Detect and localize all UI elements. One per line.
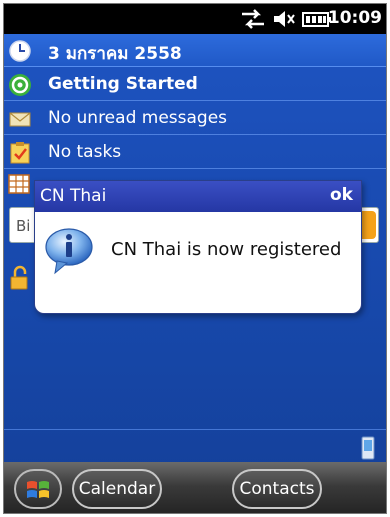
calendar-grid-icon <box>8 174 30 194</box>
divider <box>4 429 386 430</box>
today-row-messages[interactable]: No unread messages <box>4 102 386 135</box>
today-row-label: No unread messages <box>48 108 228 128</box>
status-time[interactable]: 10:09 <box>328 8 382 28</box>
dialog-title: CN Thai <box>40 186 107 206</box>
softkey-contacts[interactable]: Contacts <box>232 469 322 509</box>
getting-started-icon <box>9 74 31 96</box>
speaker-icon[interactable] <box>272 8 296 30</box>
info-icon <box>45 228 93 275</box>
notification-dialog: CN Thai ok CN Thai is now registered <box>34 180 362 314</box>
envelope-icon <box>9 112 31 127</box>
device-icon[interactable] <box>360 436 376 460</box>
data-sync-icon[interactable] <box>240 8 266 30</box>
today-row-label: Getting Started <box>48 74 198 94</box>
softkey-bar: Calendar Contacts <box>4 462 386 513</box>
today-row-tasks[interactable]: No tasks <box>4 136 386 169</box>
softkey-calendar[interactable]: Calendar <box>72 469 162 509</box>
clock-icon <box>9 40 31 62</box>
today-row-label: No tasks <box>48 142 122 162</box>
phone-screen: 10:09 3 มกราคม 2558 Getting Started No u… <box>3 3 387 514</box>
dialog-message: CN Thai is now registered <box>111 239 342 260</box>
tasks-icon <box>10 142 30 164</box>
today-row-date[interactable]: 3 มกราคม 2558 <box>4 34 386 67</box>
search-placeholder: Bi <box>16 217 31 235</box>
status-bar: 10:09 <box>4 4 386 34</box>
today-row-getting-started[interactable]: Getting Started <box>4 68 386 101</box>
dialog-titlebar: CN Thai ok <box>35 181 361 212</box>
start-button[interactable] <box>14 469 62 509</box>
lock-icon[interactable] <box>9 265 31 291</box>
dialog-ok-button[interactable]: ok <box>330 185 353 205</box>
today-row-label: 3 มกราคม 2558 <box>48 44 182 64</box>
windows-logo-icon <box>27 481 49 498</box>
